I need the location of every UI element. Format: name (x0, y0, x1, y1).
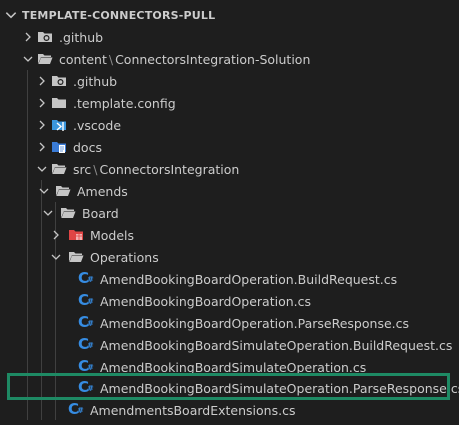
tree-item-file[interactable]: C # AmendBookingBoardOperation.ParseRespo… (0, 312, 459, 334)
chevron-right-icon (36, 119, 48, 131)
chevron-right-icon (36, 97, 48, 109)
tree-item-label: AmendBookingBoardSimulateOperation.Build… (100, 337, 453, 353)
github-folder-icon (37, 29, 53, 45)
tree-item-file[interactable]: C # AmendBookingBoardSimulateOperation.Bu… (0, 334, 459, 356)
tree-item-label: .github (73, 73, 118, 89)
tree-item-label: Operations (90, 249, 159, 265)
csharp-file-icon: C # (68, 400, 84, 418)
workspace-title: TEMPLATE-CONNECTORS-PULL (22, 8, 216, 22)
tree-item-file[interactable]: C # AmendBookingBoardOperation.cs (0, 290, 459, 312)
chevron-right-icon (22, 31, 34, 43)
tree-item-label: AmendBookingBoardOperation.BuildRequest.… (100, 271, 398, 287)
chevron-right-icon (36, 75, 48, 87)
selection-highlight-box (7, 373, 450, 400)
tree-item-operations[interactable]: Operations (0, 246, 459, 268)
csharp-file-icon: C # (78, 335, 94, 353)
folder-open-icon (68, 249, 84, 265)
chevron-down-icon (22, 53, 34, 65)
folder-open-icon (55, 183, 71, 199)
tree-item-label: .github (59, 29, 104, 45)
csharp-file-icon: C # (78, 313, 94, 331)
tree-item-label: Models (90, 227, 135, 243)
tree-item-label: src (73, 161, 92, 177)
tree-item-board[interactable]: Board (0, 202, 459, 224)
folder-open-icon (60, 205, 76, 221)
chevron-right-icon (50, 229, 62, 241)
docs-folder-icon (51, 139, 67, 155)
csharp-file-icon: C # (78, 269, 94, 287)
folder-icon (51, 95, 67, 111)
tree-item-file[interactable]: C # AmendmentsBoardExtensions.cs (0, 399, 459, 421)
tree-item-label: .template.config (73, 95, 176, 111)
tree-item-label: Amends (77, 183, 128, 199)
tree-item-label: .vscode (73, 117, 122, 133)
path-separator: \ (108, 51, 114, 67)
chevron-down-icon (50, 251, 62, 263)
tree-item-label: AmendBookingBoardOperation.cs (100, 293, 312, 309)
tree-item-file[interactable]: C # AmendBookingBoardOperation.BuildReque… (0, 268, 459, 290)
tree-item-template-config[interactable]: .template.config (0, 92, 459, 114)
folder-open-icon (51, 161, 67, 177)
chevron-down-icon (38, 185, 50, 197)
vscode-folder-icon (51, 117, 67, 133)
github-folder-icon (51, 73, 67, 89)
folder-open-icon (37, 51, 53, 67)
chevron-right-icon (36, 141, 48, 153)
tree-item-github-root[interactable]: .github (0, 26, 459, 48)
chevron-down-icon (4, 8, 18, 22)
tree-item-label: content (59, 51, 107, 67)
tree-item-label: docs (73, 139, 102, 155)
chevron-down-icon (36, 163, 48, 175)
tree-item-docs[interactable]: docs (0, 136, 459, 158)
tree-item-vscode[interactable]: .vscode (0, 114, 459, 136)
tree-item-label: AmendmentsBoardExtensions.cs (90, 402, 296, 418)
csharp-file-icon: C # (78, 291, 94, 309)
tree-item-github[interactable]: .github (0, 70, 459, 92)
tree-item-amends[interactable]: Amends (0, 180, 459, 202)
chevron-down-icon (42, 207, 54, 219)
tree-item-content[interactable]: content \ ConnectorsIntegration-Solution (0, 48, 459, 70)
tree-item-src[interactable]: src \ ConnectorsIntegration (0, 158, 459, 180)
tree-item-label: AmendBookingBoardOperation.ParseResponse… (100, 315, 410, 331)
tree-item-sublabel: ConnectorsIntegration-Solution (115, 51, 311, 67)
models-folder-icon (68, 227, 84, 243)
tree-item-sublabel: ConnectorsIntegration (99, 161, 240, 177)
tree-item-label: Board (82, 205, 119, 221)
tree-item-models[interactable]: Models (0, 224, 459, 246)
path-separator: \ (93, 161, 98, 177)
